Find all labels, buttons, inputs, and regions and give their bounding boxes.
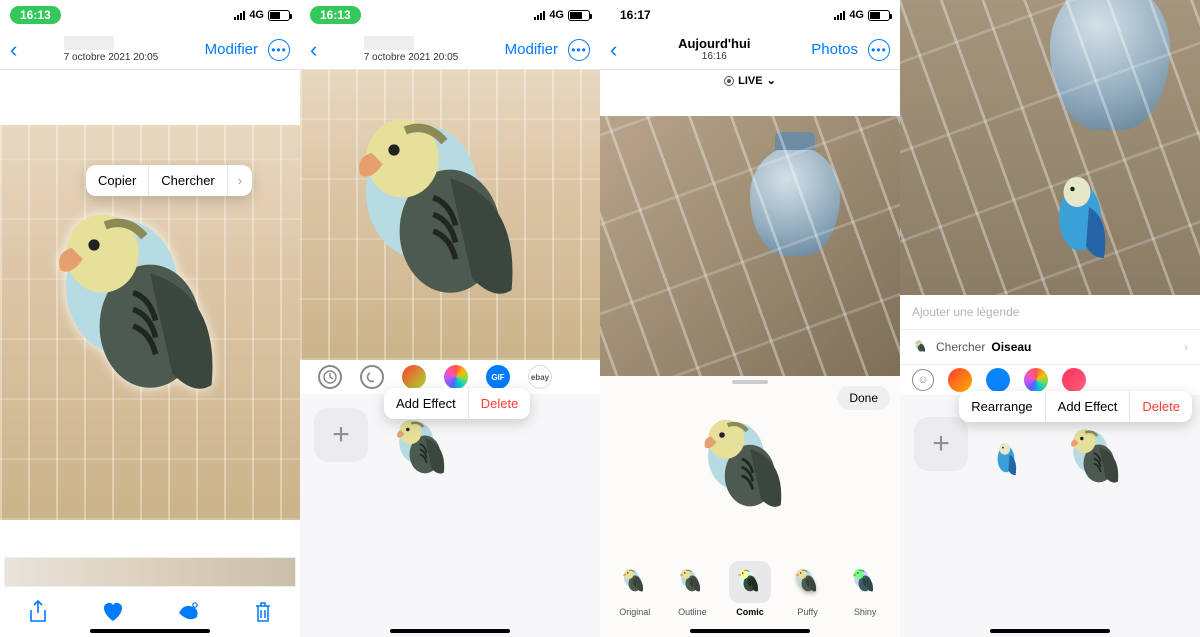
battery-icon <box>568 10 590 21</box>
copy-button[interactable]: Copier <box>86 165 149 196</box>
photo-view[interactable]: Copier Chercher › <box>0 125 300 520</box>
screen-sticker-tray-two: Ajouter une légende Chercher Oiseau › ☺ … <box>900 0 1200 637</box>
subject-blue-budgie <box>1020 150 1170 295</box>
home-indicator <box>390 629 510 633</box>
back-button[interactable]: ‹ <box>610 37 617 63</box>
delete-button[interactable]: Delete <box>1130 391 1192 422</box>
trash-icon[interactable] <box>250 599 276 625</box>
effect-comic[interactable]: Comic <box>729 561 771 617</box>
bird-lookup-icon <box>912 338 930 356</box>
status-time: 16:17 <box>610 8 651 22</box>
back-button[interactable]: ‹ <box>10 37 17 63</box>
status-bar: 16:17 4G <box>600 0 900 30</box>
effect-picker: Original Outline Comic Puffy Shiny <box>600 561 900 617</box>
nav-bar: ‹ 7 octobre 2021 20:05 Modifier ••• <box>300 30 600 70</box>
memoji-icon[interactable] <box>360 365 384 389</box>
rearrange-button[interactable]: Rearrange <box>959 391 1045 422</box>
status-bar: 16:13 4G <box>0 0 300 30</box>
photo-view-cropped[interactable] <box>900 0 1200 295</box>
add-sticker-button[interactable]: + <box>914 417 968 471</box>
add-sticker-button[interactable]: + <box>314 408 368 462</box>
sticker-blue-budgie[interactable] <box>982 417 1042 507</box>
chevron-down-icon: ⌄ <box>767 74 776 87</box>
nav-bar: ‹ 7 octobre 2021 20:05 Modifier ••• <box>0 30 300 70</box>
chevron-right-icon: › <box>1184 340 1188 354</box>
back-button[interactable]: ‹ <box>310 37 317 63</box>
activity-icon[interactable] <box>948 368 972 392</box>
thumbnail-strip[interactable] <box>4 557 296 587</box>
sticker-budgie[interactable] <box>382 408 468 494</box>
more-button[interactable]: ••• <box>868 39 890 61</box>
more-button[interactable]: ••• <box>268 39 290 61</box>
screen-photos-detail: 16:13 4G ‹ 7 octobre 2021 20:05 Modifier… <box>0 0 300 637</box>
effect-puffy[interactable]: Puffy <box>787 561 829 617</box>
effect-outline[interactable]: Outline <box>671 561 713 617</box>
status-bar: 16:13 4G <box>300 0 600 30</box>
ebay-app-icon[interactable]: ebay <box>528 365 552 389</box>
visual-lookup-bird-icon[interactable] <box>175 599 201 625</box>
search-button[interactable]: Chercher <box>149 165 227 196</box>
home-indicator <box>990 629 1110 633</box>
share-icon[interactable] <box>25 599 51 625</box>
sticker-preview[interactable] <box>680 400 820 540</box>
status-time: 16:13 <box>10 6 61 24</box>
caption-field[interactable]: Ajouter une légende <box>900 295 1200 330</box>
delete-button[interactable]: Delete <box>469 388 531 419</box>
more-button[interactable]: ••• <box>568 39 590 61</box>
live-badge[interactable]: LIVE ⌄ <box>600 70 900 91</box>
context-menu: Copier Chercher › <box>86 165 252 196</box>
photo-view[interactable] <box>300 70 600 360</box>
add-effect-button[interactable]: Add Effect <box>1046 391 1131 422</box>
live-icon <box>724 76 734 86</box>
drag-handle[interactable] <box>732 380 768 384</box>
home-indicator <box>90 629 210 633</box>
favorite-icon[interactable] <box>100 599 126 625</box>
sticker-context-menu: Rearrange Add Effect Delete <box>959 391 1192 422</box>
status-time: 16:13 <box>310 6 361 24</box>
nav-title: 7 octobre 2021 20:05 <box>364 36 459 64</box>
photos-button[interactable]: Photos <box>811 41 858 58</box>
nav-title: 7 octobre 2021 20:05 <box>64 36 159 64</box>
effect-canvas: Done Original Outline Comic Puffy <box>600 376 900 637</box>
network-label: 4G <box>249 9 264 21</box>
signal-icon <box>234 11 245 20</box>
activity-icon[interactable] <box>402 365 426 389</box>
effect-shiny[interactable]: Shiny <box>844 561 886 617</box>
signal-icon <box>534 11 545 20</box>
photo-view[interactable] <box>600 116 900 376</box>
signal-icon <box>834 11 845 20</box>
nav-title: Aujourd'hui 16:16 <box>678 36 750 64</box>
nav-bar: ‹ Aujourd'hui 16:16 Photos ••• <box>600 30 900 70</box>
effect-original[interactable]: Original <box>614 561 656 617</box>
edit-button[interactable]: Modifier <box>205 41 258 58</box>
more-chevron-icon[interactable]: › <box>228 165 252 196</box>
emoji-icon[interactable]: ☺ <box>912 369 934 391</box>
home-indicator <box>690 629 810 633</box>
redacted-name <box>64 36 114 50</box>
add-effect-button[interactable]: Add Effect <box>384 388 469 419</box>
gif-app-icon[interactable]: GIF <box>486 365 510 389</box>
done-button[interactable]: Done <box>837 386 890 410</box>
sticker-tray: Rearrange Add Effect Delete + <box>900 395 1200 637</box>
battery-icon <box>268 10 290 21</box>
subject-budgie[interactable] <box>10 175 290 455</box>
sticker-tray: Add Effect Delete + <box>300 394 600 637</box>
recents-icon[interactable] <box>318 365 342 389</box>
subject-budgie <box>310 80 590 360</box>
sticker-budgie[interactable] <box>1056 417 1142 503</box>
screen-effect-picker: 16:17 4G ‹ Aujourd'hui 16:16 Photos ••• … <box>600 0 900 637</box>
battery-icon <box>868 10 890 21</box>
photos-app-icon[interactable] <box>1024 368 1048 392</box>
edit-button[interactable]: Modifier <box>505 41 558 58</box>
visual-lookup-row[interactable]: Chercher Oiseau › <box>900 330 1200 365</box>
appstore-app-icon[interactable] <box>986 368 1010 392</box>
sticker-context-menu: Add Effect Delete <box>384 388 530 419</box>
screen-sticker-tray: 16:13 4G ‹ 7 octobre 2021 20:05 Modifier… <box>300 0 600 637</box>
